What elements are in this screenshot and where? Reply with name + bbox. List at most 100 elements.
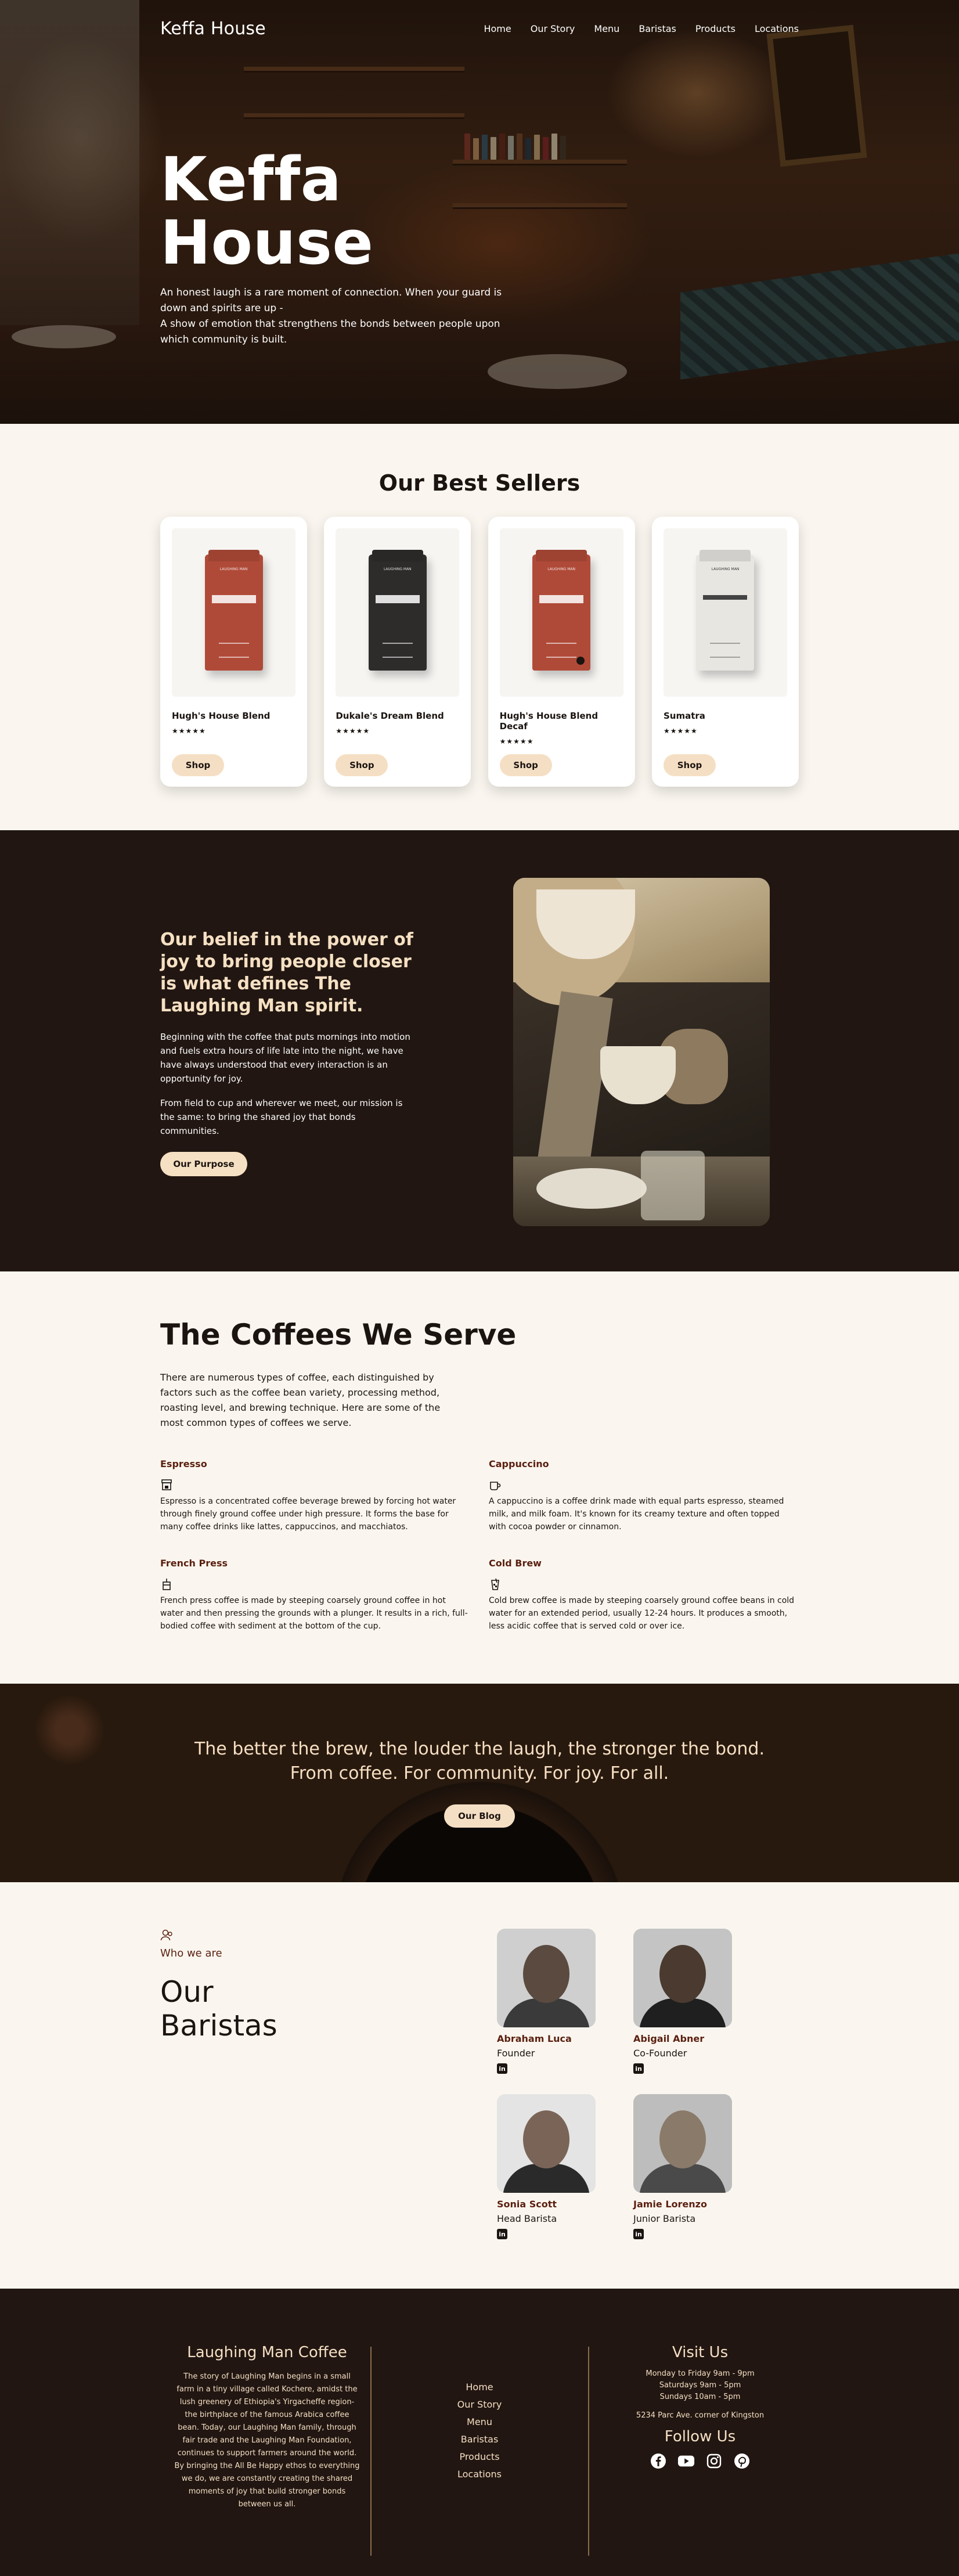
follow-us-title: Follow Us	[664, 2428, 736, 2445]
footer-link-products[interactable]: Products	[421, 2448, 538, 2466]
barista-avatar	[497, 2094, 596, 2193]
rating-stars: ★★★★★	[663, 727, 698, 735]
baristas-title: Our Baristas	[160, 1975, 277, 2042]
bag-brand-text: LAUGHING MAN	[711, 567, 740, 571]
best-sellers-title: Our Best Sellers	[378, 470, 581, 496]
product-card: LAUGHING MAN Hugh's House Blend Decaf ★★…	[488, 517, 635, 787]
hours-line: Monday to Friday 9am - 9pm	[646, 2369, 755, 2378]
coffee-type-name: Espresso	[160, 1458, 207, 1469]
product-name: Sumatra	[663, 711, 705, 721]
product-name: Hugh's House Blend	[172, 711, 271, 721]
footer-about: Laughing Man Coffee The story of Laughin…	[174, 2344, 360, 2511]
coffee-type-espresso: Espresso Espresso is a concentrated coff…	[160, 1458, 468, 1533]
decaf-seal-icon	[576, 657, 585, 665]
footer-visit: Visit Us Monday to Friday 9am - 9pm Satu…	[607, 2344, 793, 2470]
nav-link-baristas[interactable]: Baristas	[639, 23, 676, 34]
barista-role: Co-Founder	[633, 2048, 687, 2059]
product-image: LAUGHING MAN	[663, 528, 787, 697]
coffee-type-french-press: French Press French press coffee is made…	[160, 1558, 468, 1633]
barista-role: Founder	[497, 2048, 535, 2059]
pinterest-icon[interactable]	[733, 2452, 751, 2470]
nav-link-menu[interactable]: Menu	[594, 23, 619, 34]
shop-button[interactable]: Shop	[663, 754, 716, 776]
hero-tagline-line: A show of emotion that strengthens the b…	[160, 318, 500, 330]
shop-button[interactable]: Shop	[336, 754, 388, 776]
barista-card: Abigail Abner Co-Founder in	[633, 1929, 732, 2074]
hero-tagline: An honest laugh is a rare moment of conn…	[160, 285, 509, 348]
belief-section: Our belief in the power of joy to bring …	[0, 830, 959, 1271]
hero-title: Keffa House	[160, 144, 374, 279]
visit-us-title: Visit Us	[672, 2344, 729, 2361]
footer-links: Home Our Story Menu Baristas Products Lo…	[421, 2379, 538, 2483]
product-image: LAUGHING MAN	[499, 528, 623, 697]
barista-role: Head Barista	[497, 2213, 557, 2224]
bag-brand-text: LAUGHING MAN	[383, 567, 412, 571]
footer-title: Laughing Man Coffee	[187, 2344, 347, 2361]
product-image: LAUGHING MAN	[336, 528, 460, 697]
our-purpose-button[interactable]: Our Purpose	[160, 1152, 247, 1176]
coffee-bag: LAUGHING MAN	[204, 554, 263, 671]
coffees-intro: There are numerous types of coffee, each…	[160, 1372, 441, 1428]
footer: Laughing Man Coffee The story of Laughin…	[0, 2289, 959, 2576]
our-blog-button[interactable]: Our Blog	[444, 1804, 515, 1828]
product-name: Dukale's Dream Blend	[336, 711, 444, 721]
shop-button[interactable]: Shop	[172, 754, 224, 776]
footer-divider	[370, 2347, 372, 2556]
nav-link-home[interactable]: Home	[484, 23, 511, 34]
coffee-type-name: Cappuccino	[489, 1458, 549, 1469]
footer-link-our-story[interactable]: Our Story	[421, 2396, 538, 2413]
nav-link-locations[interactable]: Locations	[755, 23, 799, 34]
coffees-title: The Coffees We Serve	[160, 1318, 517, 1352]
coffee-type-name: Cold Brew	[489, 1558, 542, 1569]
hero-tagline-line: An honest laugh is a rare moment of conn…	[160, 287, 502, 299]
social-links	[607, 2452, 793, 2470]
quote-text: The better the brew, the louder the laug…	[194, 1739, 765, 1759]
coffee-type-cappuccino: Cappuccino A cappuccino is a coffee drin…	[489, 1458, 796, 1533]
footer-link-locations[interactable]: Locations	[421, 2466, 538, 2483]
coffee-type-description: Cold brew coffee is made by steeping coa…	[489, 1596, 795, 1631]
hero-tagline-line: which community is built.	[160, 334, 287, 346]
quote-banner: The better the brew, the louder the laug…	[0, 1684, 959, 1882]
barista-card: Jamie Lorenzo Junior Barista in	[633, 2094, 732, 2239]
barista-role: Junior Barista	[633, 2213, 696, 2224]
linkedin-icon[interactable]: in	[497, 2229, 507, 2239]
shop-button[interactable]: Shop	[499, 754, 552, 776]
footer-link-menu[interactable]: Menu	[421, 2413, 538, 2431]
barista-name: Abraham Luca	[497, 2033, 572, 2044]
baristas-section: Who we are Our Baristas Abraham Luca Fou…	[0, 1882, 959, 2289]
espresso-machine-icon	[160, 1479, 173, 1491]
nav-link-products[interactable]: Products	[695, 23, 736, 34]
instagram-icon[interactable]	[705, 2452, 723, 2470]
linkedin-icon[interactable]: in	[633, 2229, 644, 2239]
people-icon	[160, 1929, 174, 1944]
nav-link-our-story[interactable]: Our Story	[531, 23, 575, 34]
coffee-type-description: Espresso is a concentrated coffee bevera…	[160, 1497, 456, 1532]
barista-avatar	[633, 1929, 732, 2027]
footer-link-baristas[interactable]: Baristas	[421, 2431, 538, 2448]
barista-card: Abraham Luca Founder in	[497, 1929, 596, 2074]
coffee-type-description: French press coffee is made by steeping …	[160, 1596, 468, 1631]
belief-text: Our belief in the power of joy to bring …	[160, 929, 416, 1176]
hours-line: Sundays 10am - 5pm	[659, 2393, 741, 2401]
product-cards: LAUGHING MAN Hugh's House Blend ★★★★★ Sh…	[160, 517, 799, 787]
quote-content: The better the brew, the louder the laug…	[0, 1684, 959, 1828]
coffee-bag: LAUGHING MAN	[696, 554, 755, 671]
youtube-icon[interactable]	[677, 2452, 695, 2470]
linkedin-icon[interactable]: in	[633, 2063, 644, 2074]
best-sellers-section: Our Best Sellers LAUGHING MAN Hugh's Hou…	[0, 424, 959, 830]
brand-logo[interactable]: Keffa House	[160, 19, 266, 39]
product-card: LAUGHING MAN Sumatra ★★★★★ Shop	[651, 517, 799, 787]
who-we-are-label: Who we are	[160, 1947, 222, 1959]
linkedin-icon[interactable]: in	[497, 2063, 507, 2074]
rating-stars: ★★★★★	[499, 737, 534, 745]
nav-links: Home Our Story Menu Baristas Products Lo…	[484, 23, 799, 34]
coffee-mug-icon	[489, 1479, 502, 1491]
footer-divider	[588, 2347, 589, 2556]
address: 5234 Parc Ave. corner of Kingston	[636, 2411, 765, 2420]
product-card: LAUGHING MAN Dukale's Dream Blend ★★★★★ …	[324, 517, 471, 787]
footer-about-text: The story of Laughing Man begins in a sm…	[174, 2372, 360, 2509]
footer-link-home[interactable]: Home	[421, 2379, 538, 2396]
laughing-man-photo	[513, 878, 770, 1226]
facebook-icon[interactable]	[650, 2452, 667, 2470]
hero-tagline-line: down and spirits are up -	[160, 302, 283, 315]
